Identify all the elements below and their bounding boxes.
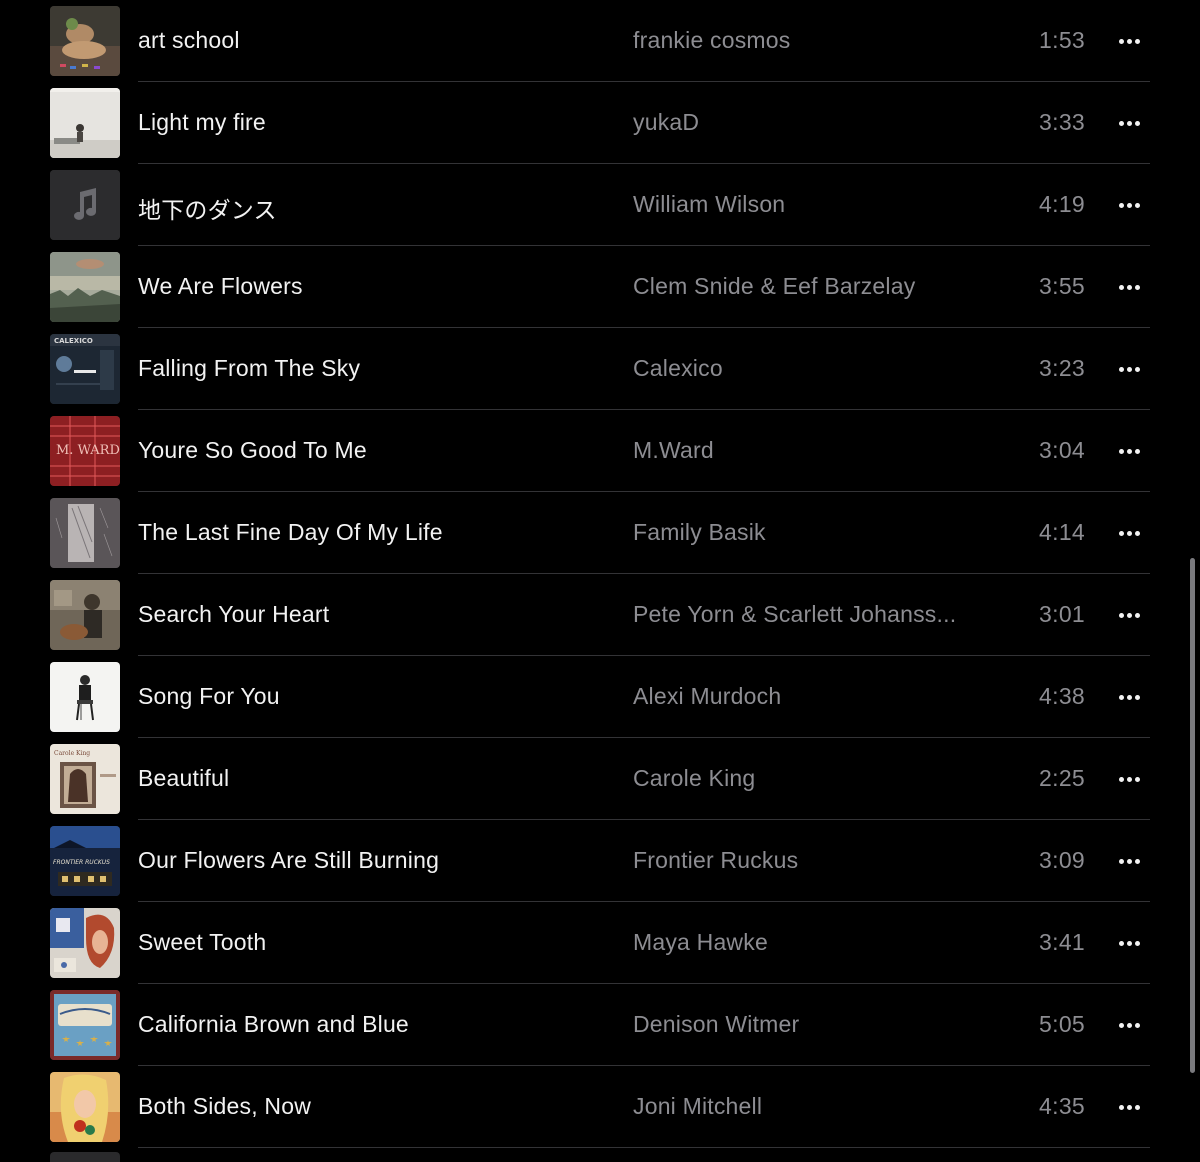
calexico-logo-text: CALEXICO bbox=[54, 337, 93, 345]
music-note-placeholder-icon bbox=[50, 170, 120, 240]
more-options-icon[interactable] bbox=[1112, 928, 1146, 958]
song-duration: 4:14 bbox=[1039, 519, 1085, 545]
song-artist[interactable]: Clem Snide & Eef Barzelay bbox=[633, 273, 915, 300]
song-row[interactable]: Light my fire yukaD 3:33 bbox=[0, 82, 1200, 164]
song-row[interactable]: Song For You Alexi Murdoch 4:38 bbox=[0, 656, 1200, 738]
song-row[interactable]: Both Sides, Now Joni Mitchell 4:35 bbox=[0, 1066, 1200, 1148]
song-duration: 3:41 bbox=[1039, 929, 1085, 955]
song-title: Beautiful bbox=[138, 765, 230, 791]
album-art-denison-witmer bbox=[50, 990, 120, 1060]
song-duration: 4:19 bbox=[1039, 191, 1085, 217]
song-duration: 3:04 bbox=[1039, 437, 1085, 463]
song-row[interactable]: M. WARD Youre So Good To Me M.Ward 3:04 bbox=[0, 410, 1200, 492]
row-separator bbox=[138, 1147, 1150, 1148]
more-options-icon[interactable] bbox=[1112, 190, 1146, 220]
song-row[interactable]: Search Your Heart Pete Yorn & Scarlett J… bbox=[0, 574, 1200, 656]
song-artist[interactable]: Alexi Murdoch bbox=[633, 683, 781, 710]
song-duration: 4:35 bbox=[1039, 1093, 1085, 1119]
song-artist[interactable]: Calexico bbox=[633, 355, 723, 382]
album-art-joni-mitchell bbox=[50, 1072, 120, 1142]
more-options-icon[interactable] bbox=[1112, 518, 1146, 548]
album-art-calexico: CALEXICO bbox=[50, 334, 120, 404]
frontier-ruckus-logo-text: FRONTIER RUCKUS bbox=[53, 859, 110, 866]
album-art-rain-window bbox=[50, 498, 120, 568]
song-row[interactable]: Sweet Tooth Maya Hawke 3:41 bbox=[0, 902, 1200, 984]
song-title: Falling From The Sky bbox=[138, 355, 361, 381]
song-title: We Are Flowers bbox=[138, 273, 303, 299]
song-duration: 3:23 bbox=[1039, 355, 1085, 381]
scrollbar[interactable] bbox=[1190, 558, 1195, 1073]
more-options-icon[interactable] bbox=[1112, 436, 1146, 466]
song-artist[interactable]: Family Basik bbox=[633, 519, 766, 546]
next-album-art-partial bbox=[50, 1152, 120, 1162]
song-artist[interactable]: yukaD bbox=[633, 109, 699, 136]
album-art-dog bbox=[50, 6, 120, 76]
song-row[interactable]: We Are Flowers Clem Snide & Eef Barzelay… bbox=[0, 246, 1200, 328]
song-artist[interactable]: Maya Hawke bbox=[633, 929, 768, 956]
song-duration: 3:33 bbox=[1039, 109, 1085, 135]
song-row[interactable]: California Brown and Blue Denison Witmer… bbox=[0, 984, 1200, 1066]
more-options-icon[interactable] bbox=[1112, 108, 1146, 138]
song-artist[interactable]: Denison Witmer bbox=[633, 1011, 799, 1038]
song-duration: 3:01 bbox=[1039, 601, 1085, 627]
more-options-icon[interactable] bbox=[1112, 1092, 1146, 1122]
song-duration: 5:05 bbox=[1039, 1011, 1085, 1037]
more-options-icon[interactable] bbox=[1112, 272, 1146, 302]
song-row[interactable]: CALEXICO Falling From The Sky Calexico 3… bbox=[0, 328, 1200, 410]
song-title: Both Sides, Now bbox=[138, 1093, 312, 1119]
more-options-icon[interactable] bbox=[1112, 1010, 1146, 1040]
song-artist[interactable]: Joni Mitchell bbox=[633, 1093, 762, 1120]
album-art-collage bbox=[50, 908, 120, 978]
song-artist[interactable]: Carole King bbox=[633, 765, 755, 792]
song-artist[interactable]: William Wilson bbox=[633, 191, 785, 218]
song-row[interactable]: The Last Fine Day Of My Life Family Basi… bbox=[0, 492, 1200, 574]
song-title: 地下のダンス bbox=[138, 197, 277, 223]
album-art-white-room bbox=[50, 88, 120, 158]
song-row[interactable]: 地下のダンス William Wilson 4:19 bbox=[0, 164, 1200, 246]
song-title: Light my fire bbox=[138, 109, 266, 135]
song-duration: 1:53 bbox=[1039, 27, 1085, 53]
song-title: art school bbox=[138, 27, 240, 53]
album-art-frontier-ruckus: FRONTIER RUCKUS bbox=[50, 826, 120, 896]
song-artist[interactable]: Pete Yorn & Scarlett Johanss... bbox=[633, 601, 956, 628]
song-duration: 3:09 bbox=[1039, 847, 1085, 873]
carole-king-logo-text: Carole King bbox=[54, 750, 90, 757]
more-options-icon[interactable] bbox=[1112, 764, 1146, 794]
album-art-foggy-landscape bbox=[50, 252, 120, 322]
more-options-icon[interactable] bbox=[1112, 354, 1146, 384]
song-duration: 2:25 bbox=[1039, 765, 1085, 791]
album-art-mward: M. WARD bbox=[50, 416, 120, 486]
album-art-seated-man bbox=[50, 662, 120, 732]
album-art-guitar-photo bbox=[50, 580, 120, 650]
more-options-icon[interactable] bbox=[1112, 26, 1146, 56]
song-duration: 4:38 bbox=[1039, 683, 1085, 709]
song-artist[interactable]: M.Ward bbox=[633, 437, 714, 464]
song-row[interactable]: Carole King Beautiful Carole King 2:25 bbox=[0, 738, 1200, 820]
song-title: Sweet Tooth bbox=[138, 929, 267, 955]
more-options-icon[interactable] bbox=[1112, 682, 1146, 712]
song-title: Search Your Heart bbox=[138, 601, 330, 627]
song-duration: 3:55 bbox=[1039, 273, 1085, 299]
song-title: The Last Fine Day Of My Life bbox=[138, 519, 443, 545]
song-title: California Brown and Blue bbox=[138, 1011, 409, 1037]
song-title: Youre So Good To Me bbox=[138, 437, 367, 463]
album-art-carole-king: Carole King bbox=[50, 744, 120, 814]
mward-logo-text: M. WARD bbox=[56, 443, 120, 458]
song-artist[interactable]: frankie cosmos bbox=[633, 27, 790, 54]
song-artist[interactable]: Frontier Ruckus bbox=[633, 847, 798, 874]
more-options-icon[interactable] bbox=[1112, 846, 1146, 876]
song-row[interactable]: FRONTIER RUCKUS Our Flowers Are Still Bu… bbox=[0, 820, 1200, 902]
song-row[interactable]: art school frankie cosmos 1:53 bbox=[0, 0, 1200, 82]
more-options-icon[interactable] bbox=[1112, 600, 1146, 630]
song-title: Song For You bbox=[138, 683, 280, 709]
song-title: Our Flowers Are Still Burning bbox=[138, 847, 440, 873]
